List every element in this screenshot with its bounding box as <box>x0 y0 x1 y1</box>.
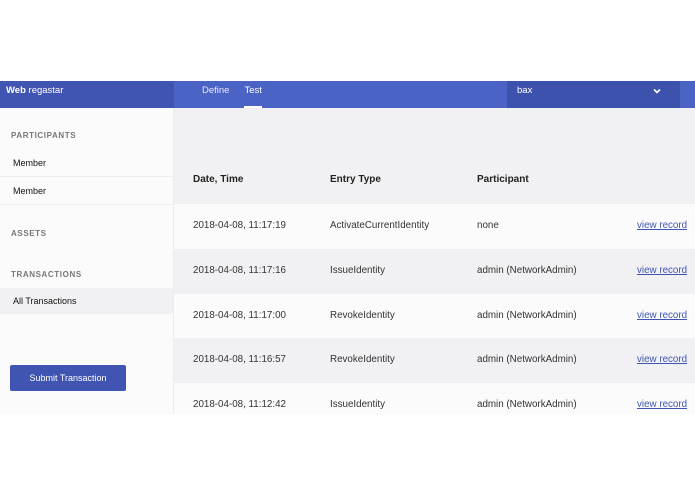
row-datetime: 2018-04-08, 11:16:57 <box>193 354 286 366</box>
sidebar-item-member[interactable]: Member <box>0 177 173 205</box>
view-record-link[interactable]: view record <box>637 249 687 293</box>
view-record-link[interactable]: view record <box>637 294 687 338</box>
transactions-table: Date, Time Entry Type Participant 2018-0… <box>174 108 695 414</box>
top-bar: Web regastar Define Test bax <box>0 81 695 108</box>
row-participant: admin (NetworkAdmin) <box>477 354 577 366</box>
row-entry-type: IssueIdentity <box>330 399 386 411</box>
network-select[interactable]: bax <box>507 81 680 108</box>
tab-bar: Define Test <box>202 81 277 108</box>
assets-heading: ASSETS <box>11 229 47 238</box>
tab-test[interactable]: Test <box>244 81 263 108</box>
network-select-value: bax <box>517 85 533 96</box>
sidebar: PARTICIPANTS Member Member ASSETS TRANSA… <box>0 108 174 414</box>
transactions-heading: TRANSACTIONS <box>11 270 82 279</box>
row-entry-type: RevokeIdentity <box>330 309 395 321</box>
brand-logo: Web regastar <box>0 81 174 108</box>
row-entry-type: ActivateCurrentIdentity <box>330 220 430 231</box>
view-record-link[interactable]: view record <box>637 204 687 248</box>
table-row: 2018-04-08, 11:17:00 RevokeIdentity admi… <box>174 293 695 339</box>
row-datetime: 2018-04-08, 11:12:42 <box>193 399 286 411</box>
app-window: Web regastar Define Test bax PARTICIPANT… <box>0 81 695 414</box>
column-header-entry-type: Entry Type <box>330 174 381 185</box>
row-datetime: 2018-04-08, 11:17:00 <box>193 309 286 321</box>
row-entry-type: RevokeIdentity <box>330 354 395 366</box>
table-row: 2018-04-08, 11:12:42 IssueIdentity admin… <box>174 383 695 414</box>
participants-heading: PARTICIPANTS <box>11 131 77 140</box>
row-participant: admin (NetworkAdmin) <box>477 399 577 411</box>
submit-transaction-button[interactable]: Submit Transaction <box>10 365 126 391</box>
brand-name: regastar <box>28 85 64 96</box>
column-header-datetime: Date, Time <box>193 174 244 185</box>
row-datetime: 2018-04-08, 11:17:19 <box>193 220 286 231</box>
column-header-participant: Participant <box>477 174 529 185</box>
sidebar-item-member[interactable]: Member <box>0 149 173 177</box>
brand-bold: Web <box>6 85 26 96</box>
chevron-down-icon <box>653 88 661 94</box>
view-record-link[interactable]: view record <box>637 338 687 382</box>
row-participant: admin (NetworkAdmin) <box>477 264 577 276</box>
row-entry-type: IssueIdentity <box>330 264 386 276</box>
row-datetime: 2018-04-08, 11:17:16 <box>193 264 286 276</box>
view-record-link[interactable]: view record <box>637 383 687 414</box>
table-header: Date, Time Entry Type Participant <box>174 166 695 204</box>
tab-define[interactable]: Define <box>202 81 229 108</box>
row-participant: none <box>477 220 499 231</box>
row-participant: admin (NetworkAdmin) <box>477 309 577 321</box>
table-row: 2018-04-08, 11:17:19 ActivateCurrentIden… <box>174 204 695 249</box>
table-row: 2018-04-08, 11:16:57 RevokeIdentity admi… <box>174 338 695 384</box>
table-row: 2018-04-08, 11:17:16 IssueIdentity admin… <box>174 248 695 294</box>
sidebar-item-all-transactions[interactable]: All Transactions <box>0 288 173 314</box>
